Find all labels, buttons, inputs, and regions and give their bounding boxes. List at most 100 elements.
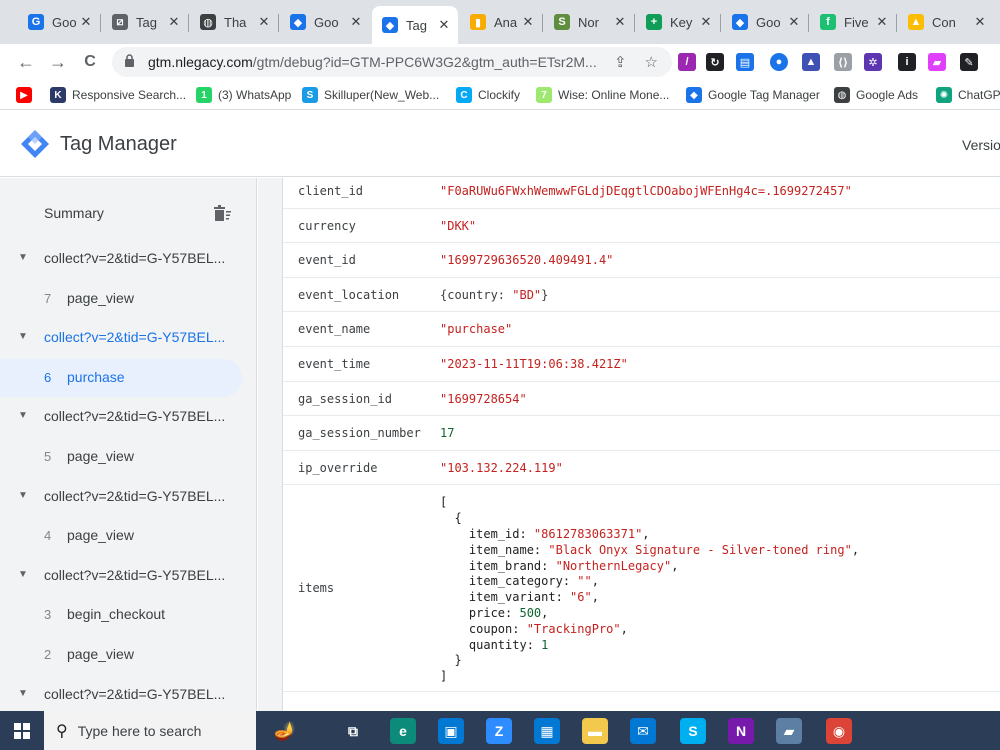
close-tab-icon[interactable]: ✕ bbox=[256, 14, 272, 30]
parameter-value: "purchase" bbox=[440, 322, 513, 337]
bookmark-item[interactable]: S Skilluper(New_Web... bbox=[302, 85, 439, 105]
sidebar-request-item[interactable]: ▼ collect?v=2&tid=G-Y57BEL... bbox=[0, 398, 256, 436]
extension-gear-icon[interactable]: ✲ bbox=[864, 53, 882, 71]
bookmark-star-icon[interactable]: ☆ bbox=[645, 53, 658, 71]
sidebar-event-item[interactable]: 5 page_view bbox=[0, 438, 242, 476]
address-bar[interactable]: gtm.nlegacy.com/gtm/debug?id=GTM-PPC6W3G… bbox=[112, 47, 672, 77]
expand-caret-icon[interactable]: ▼ bbox=[18, 688, 28, 699]
close-tab-icon[interactable]: ✕ bbox=[166, 14, 182, 30]
parameter-value: "103.132.224.119" bbox=[440, 460, 563, 475]
browser-tab[interactable]: ▲ Con ✕ bbox=[898, 8, 994, 36]
close-tab-icon[interactable]: ✕ bbox=[436, 17, 452, 33]
close-tab-icon[interactable]: ✕ bbox=[874, 14, 890, 30]
reload-button[interactable]: C bbox=[78, 50, 102, 74]
sidebar-request-item[interactable]: ▼ collect?v=2&tid=G-Y57BEL... bbox=[0, 319, 256, 357]
task-view-icon[interactable]: ⧉ bbox=[340, 718, 366, 744]
tab-title: Tag bbox=[136, 14, 157, 30]
share-icon[interactable]: ⇪ bbox=[614, 53, 627, 71]
skype-icon[interactable]: S bbox=[680, 718, 706, 744]
close-tab-icon[interactable]: ✕ bbox=[520, 14, 536, 30]
bookmark-item[interactable]: ▶ bbox=[16, 85, 38, 105]
expand-caret-icon[interactable]: ▼ bbox=[18, 252, 28, 263]
taskbar-search[interactable]: ⚲ Type here to search bbox=[44, 711, 256, 750]
tab-title: Nor bbox=[578, 14, 599, 30]
zoom-icon[interactable]: Z bbox=[486, 718, 512, 744]
browser-tab[interactable]: ◆ Goo ✕ bbox=[722, 8, 808, 36]
extension-code-icon[interactable]: ⟨⟩ bbox=[834, 53, 852, 71]
bookmark-label: Google Tag Manager bbox=[708, 88, 820, 102]
back-button[interactable]: ← bbox=[14, 50, 38, 74]
sidebar-event-item[interactable]: 6 purchase bbox=[0, 358, 242, 397]
browser-tab[interactable]: ◆ Tag ✕ bbox=[372, 6, 458, 44]
expand-caret-icon[interactable]: ▼ bbox=[18, 569, 28, 580]
sidebar-request-item[interactable]: ▼ collect?v=2&tid=G-Y57BEL... bbox=[0, 676, 256, 711]
extension-sync-icon[interactable]: ↻ bbox=[706, 53, 724, 71]
close-tab-icon[interactable]: ✕ bbox=[972, 14, 988, 30]
browser-tab[interactable]: f Five ✕ bbox=[810, 8, 896, 36]
browser-tab[interactable]: ◆ Goo ✕ bbox=[280, 8, 370, 36]
items-code-line: item_category: "", bbox=[440, 574, 599, 589]
expand-caret-icon[interactable]: ▼ bbox=[18, 331, 28, 342]
bookmark-item[interactable]: K Responsive Search... bbox=[50, 85, 186, 105]
browser-tab[interactable]: + Key ✕ bbox=[636, 8, 720, 36]
extension-cap-icon[interactable]: ▲ bbox=[802, 53, 820, 71]
close-tab-icon[interactable]: ✕ bbox=[348, 14, 364, 30]
store-icon[interactable]: ▣ bbox=[438, 718, 464, 744]
parameter-key: event_id bbox=[298, 253, 356, 268]
sidebar-request-item[interactable]: ▼ collect?v=2&tid=G-Y57BEL... bbox=[0, 478, 256, 516]
sidebar-event-item[interactable]: 4 page_view bbox=[0, 517, 242, 555]
browser-tab[interactable]: ▮ Ana ✕ bbox=[460, 8, 542, 36]
search-icon: ⚲ bbox=[56, 722, 68, 740]
onenote-icon[interactable]: N bbox=[728, 718, 754, 744]
tab-title: Ana bbox=[494, 14, 518, 30]
parameter-key: event_name bbox=[298, 322, 371, 337]
close-tab-icon[interactable]: ✕ bbox=[786, 14, 802, 30]
bookmark-item[interactable]: 1 (3) WhatsApp bbox=[196, 85, 291, 105]
close-tab-icon[interactable]: ✕ bbox=[698, 14, 714, 30]
expand-caret-icon[interactable]: ▼ bbox=[18, 490, 28, 501]
google-ads-icon: ▲ bbox=[908, 14, 924, 30]
extension-pen-icon[interactable]: / bbox=[678, 53, 696, 71]
start-button[interactable] bbox=[0, 711, 44, 750]
extension-eye-icon[interactable]: ● bbox=[770, 53, 788, 71]
browser-tab[interactable]: ◍ Tha ✕ bbox=[190, 8, 278, 36]
browser-tab[interactable]: G Goo ✕ bbox=[18, 8, 100, 36]
mail-icon[interactable]: ✉ bbox=[630, 718, 656, 744]
sidebar-event-item[interactable]: 2 page_view bbox=[0, 636, 242, 674]
bookmark-item[interactable]: ✺ ChatGPT bbox=[936, 85, 1000, 105]
extension-info-icon[interactable]: i bbox=[898, 53, 916, 71]
close-tab-icon[interactable]: ✕ bbox=[78, 14, 94, 30]
clear-messages-icon[interactable] bbox=[212, 204, 232, 224]
sidebar-event-item[interactable]: 3 begin_checkout bbox=[0, 596, 242, 634]
version-link[interactable]: Versio bbox=[962, 137, 1000, 153]
sidebar-request-item[interactable]: ▼ collect?v=2&tid=G-Y57BEL... bbox=[0, 557, 256, 595]
bookmark-item[interactable]: ◍ Google Ads bbox=[834, 85, 918, 105]
expand-caret-icon[interactable]: ▼ bbox=[18, 410, 28, 421]
diwali-lamp-icon[interactable]: 🪔 bbox=[260, 718, 310, 744]
summary-item[interactable]: Summary bbox=[0, 188, 256, 240]
parameter-row: ga_session_number 17 bbox=[283, 416, 1000, 451]
browser-tab[interactable]: ⧄ Tag ✕ bbox=[102, 8, 188, 36]
extension-puzzle-icon[interactable]: ▰ bbox=[928, 53, 946, 71]
url-path: /gtm/debug?id=GTM-PPC6W3G2&gtm_auth=ETsr… bbox=[252, 54, 597, 70]
bookmark-item[interactable]: 7 Wise: Online Mone... bbox=[536, 85, 669, 105]
parameter-value: "1699728654" bbox=[440, 391, 527, 406]
edge-icon[interactable]: e bbox=[390, 718, 416, 744]
notes-icon[interactable]: ▰ bbox=[776, 718, 802, 744]
close-tab-icon[interactable]: ✕ bbox=[612, 14, 628, 30]
calendar-app-icon[interactable]: ▦ bbox=[534, 718, 560, 744]
bookmark-item[interactable]: C Clockify bbox=[456, 85, 520, 105]
bookmark-item[interactable]: ◆ Google Tag Manager bbox=[686, 85, 820, 105]
parameter-value: "2023-11-11T19:06:38.421Z" bbox=[440, 357, 628, 371]
bookmarks-bar: ▶ K Responsive Search... 1 (3) WhatsApp S Skil… bbox=[0, 80, 1000, 110]
file-explorer-icon[interactable]: ▬ bbox=[582, 718, 608, 744]
sidebar-request-item[interactable]: ▼ collect?v=2&tid=G-Y57BEL... bbox=[0, 240, 256, 278]
sidebar-event-item[interactable]: 7 page_view bbox=[0, 280, 242, 318]
chrome-icon[interactable]: ◉ bbox=[826, 718, 852, 744]
extension-card-icon[interactable]: ▤ bbox=[736, 53, 754, 71]
browser-tab[interactable]: S Nor ✕ bbox=[544, 8, 634, 36]
main-content: client_id "F0aRUWu6FWxhWemwwFGLdjDEqgtlCD… bbox=[258, 178, 1000, 711]
extension-eyedropper-icon[interactable]: ✎ bbox=[960, 53, 978, 71]
parameter-row: ga_session_id "1699728654" bbox=[283, 382, 1000, 417]
forward-button[interactable]: → bbox=[46, 50, 70, 74]
